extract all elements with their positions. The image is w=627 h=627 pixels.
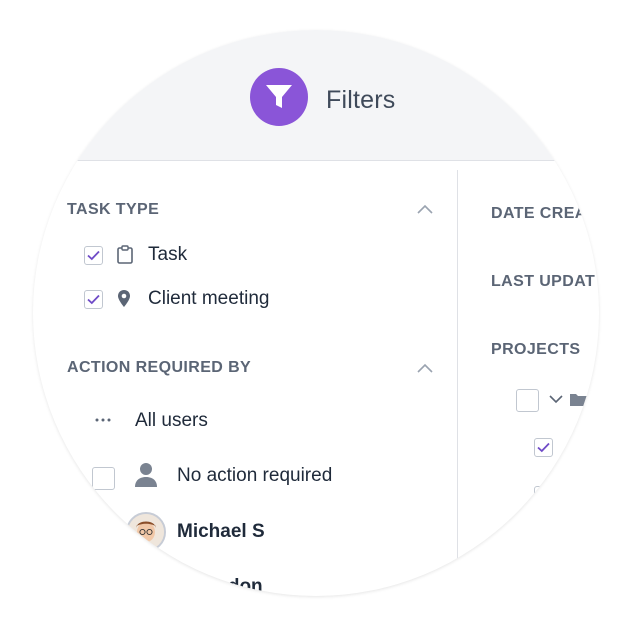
- map-pin-icon: [118, 290, 130, 307]
- action-required-heading: ACTION REQUIRED BY: [67, 359, 252, 376]
- folder-icon: [570, 394, 588, 406]
- chevron-down-icon[interactable]: [549, 395, 563, 404]
- all-users-option[interactable]: All users: [135, 410, 208, 432]
- task-checkbox[interactable]: [84, 246, 103, 265]
- date-created-heading[interactable]: DATE CREA: [491, 205, 587, 223]
- chevron-up-icon[interactable]: [417, 363, 433, 373]
- page-title: Filters: [326, 86, 396, 114]
- user-michael-s-label[interactable]: Michael S: [177, 521, 265, 543]
- no-action-checkbox[interactable]: [92, 467, 115, 490]
- last-updated-heading[interactable]: LAST UPDAT: [491, 273, 595, 291]
- projects-heading: PROJECTS: [491, 341, 581, 358]
- chevron-up-icon[interactable]: [417, 204, 433, 214]
- user-icon: [135, 463, 157, 487]
- avatar: [126, 512, 166, 552]
- no-action-label: No action required: [177, 465, 333, 486]
- more-dots-icon: [95, 418, 111, 422]
- client-meeting-checkbox[interactable]: [84, 290, 103, 309]
- sub-project-checkbox[interactable]: [534, 438, 553, 457]
- task-label: Task: [148, 244, 188, 265]
- filters-header: Filters: [33, 30, 599, 161]
- filters-panel: Filters TASK TYPE Task Client meeting AC…: [33, 30, 599, 596]
- project-checkbox[interactable]: [516, 389, 539, 412]
- funnel-icon: [250, 68, 308, 126]
- client-meeting-label: Client meeting: [148, 288, 270, 309]
- user-partial-label[interactable]: ...don: [212, 576, 263, 596]
- clipboard-icon: [117, 245, 133, 264]
- task-type-heading: TASK TYPE: [67, 201, 160, 218]
- column-divider: [457, 170, 458, 570]
- sub-project-checkbox-2[interactable]: [534, 486, 553, 505]
